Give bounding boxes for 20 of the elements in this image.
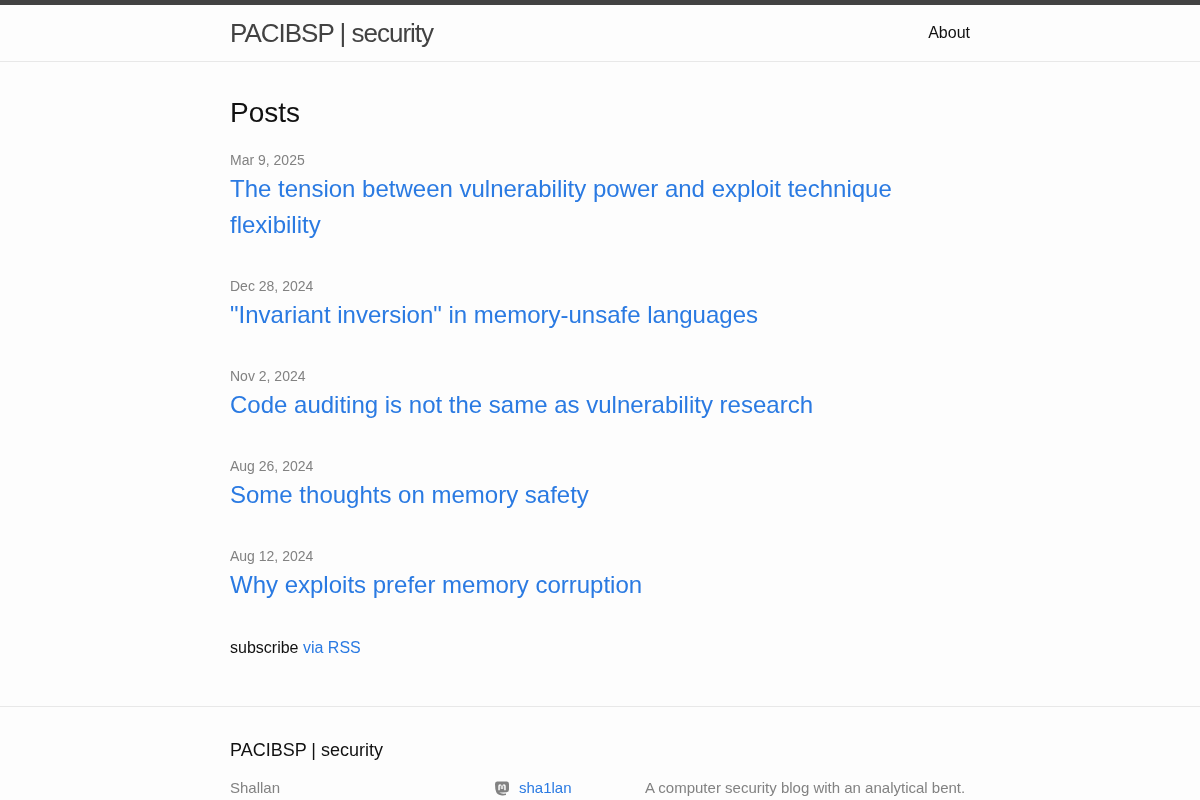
author-name: Shallan	[230, 778, 281, 798]
footer-title: PACIBSP | security	[230, 739, 384, 762]
post-title-link[interactable]: "Invariant inversion" in memory-unsafe languages	[230, 297, 758, 333]
post-title-link[interactable]: The tension between vulnerability power and exploit technique flexibility	[230, 171, 930, 243]
post-title-link[interactable]: Why exploits prefer memory corruption	[230, 567, 643, 603]
subscribe-text: subscribe via RSS	[230, 638, 361, 658]
site-title-link[interactable]: PACIBSP | security	[230, 5, 434, 61]
post-date: Aug 12, 2024	[230, 547, 314, 566]
post-date: Aug 26, 2024	[230, 457, 314, 476]
post-date: Nov 2, 2024	[230, 367, 306, 386]
nav-link[interactable]: About	[928, 24, 970, 41]
post-date: Dec 28, 2024	[230, 277, 314, 296]
rss-link[interactable]: via RSS	[302, 639, 361, 656]
post-title-link[interactable]: Some thoughts on memory safety	[230, 477, 589, 513]
site-description: A computer security blog with an analytical bent.	[645, 778, 966, 798]
post-title-link[interactable]: Code auditing is not the same as vulnerability research	[230, 387, 813, 423]
mastodon-icon	[494, 780, 510, 796]
social-handle-link[interactable]: sha1lan	[519, 777, 572, 799]
post-date: Mar 9, 2025	[230, 151, 305, 170]
page-heading: Posts	[230, 96, 301, 130]
